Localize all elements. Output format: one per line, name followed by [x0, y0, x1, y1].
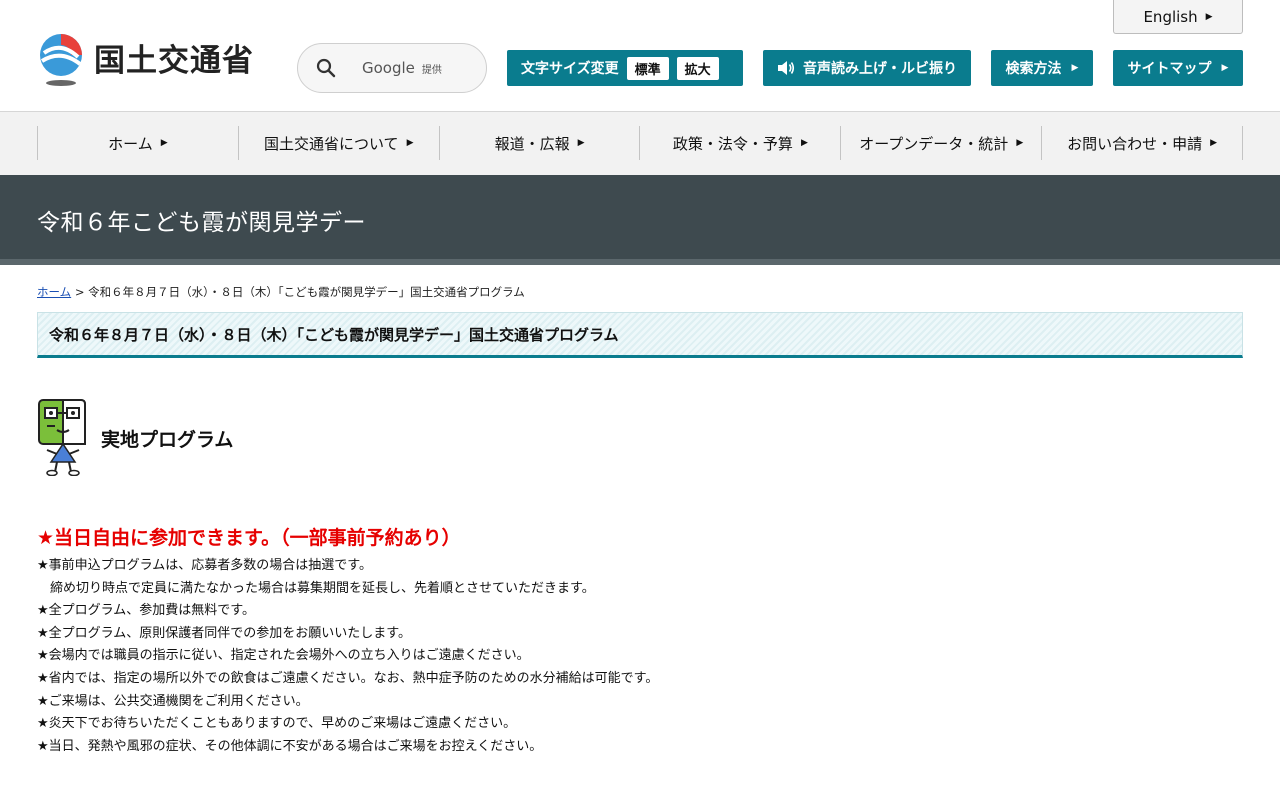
global-nav: ホーム ▶ 国土交通省について ▶ 報道・広報 ▶ 政策・法令・予算 ▶ オープンデータ…	[0, 112, 1280, 175]
arrow-right-icon: ▶	[1210, 138, 1218, 148]
section-title: 実地プログラム	[101, 428, 234, 451]
breadcrumb: ホーム > 令和６年８月７日（水）・８日（木）「こども霞が関見学デー」国土交通省…	[37, 284, 525, 300]
arrow-right-icon: ▶	[160, 138, 168, 148]
search-method-label: 検索方法	[1005, 61, 1062, 77]
list-item: 締め切り時点で定員に満たなかった場合は募集期間を延長し、先着順とさせていただきま…	[37, 580, 595, 596]
list-item: ★当日、発熱や風邪の症状、その他体調に不安がある場合はご来場をお控えください。	[37, 738, 543, 754]
nav-item-opendata[interactable]: オープンデータ・統計 ▶	[841, 126, 1043, 160]
search-provider: Google	[362, 59, 415, 77]
list-item: ★省内では、指定の場所以外での飲食はご遠慮ください。なお、熱中症予防のための水分…	[37, 670, 659, 686]
search-box[interactable]: Google 提供	[297, 43, 487, 93]
nav-item-label: 政策・法令・予算	[672, 134, 793, 153]
arrow-right-icon: ▶	[800, 138, 808, 148]
breadcrumb-separator: >	[74, 285, 85, 299]
content-heading: 令和６年８月７日（水）・８日（木）「こども霞が関見学デー」国土交通省プログラム	[49, 325, 619, 344]
font-size-standard-button[interactable]: 標準	[626, 56, 669, 80]
list-item: ★全プログラム、原則保護者同伴での参加をお願いいたします。	[37, 625, 411, 641]
voice-ruby-label: 音声読み上げ・ルビ振り	[803, 61, 957, 77]
page-title-band: 令和６年こども霞が関見学デー	[0, 175, 1280, 265]
sitemap-label: サイトマップ	[1127, 61, 1212, 77]
mlit-logo-icon	[40, 34, 82, 86]
search-icon[interactable]	[316, 58, 336, 78]
list-item: ★事前申込プログラムは、応募者多数の場合は抽選です。	[37, 558, 372, 573]
speaker-icon	[778, 61, 795, 75]
arrow-right-icon: ▶	[1205, 11, 1213, 22]
english-label: English	[1143, 7, 1198, 26]
list-item: ★全プログラム、参加費は無料です。	[37, 603, 255, 619]
breadcrumb-home-link[interactable]: ホーム	[37, 285, 71, 299]
nav-item-label: オープンデータ・統計	[859, 134, 1009, 153]
nav-item-label: ホーム	[108, 134, 153, 153]
voice-ruby-button[interactable]: 音声読み上げ・ルビ振り	[763, 50, 971, 86]
sitemap-button[interactable]: サイトマップ ▶	[1113, 50, 1243, 86]
nav-item-label: 国土交通省について	[264, 134, 399, 153]
list-item: ★会場内では職員の指示に従い、指定された会場外への立ち入りはご遠慮ください。	[37, 648, 530, 664]
breadcrumb-current: 令和６年８月７日（水）・８日（木）「こども霞が関見学デー」国土交通省プログラム	[88, 285, 525, 299]
font-size-control: 文字サイズ変更 標準 拡大	[507, 50, 743, 86]
nav-item-label: 報道・広報	[494, 134, 570, 153]
list-item: ★炎天下でお待ちいただくこともありますので、早めのご来場はご遠慮ください。	[37, 716, 517, 732]
site-name: 国土交通省	[94, 42, 254, 79]
search-method-button[interactable]: 検索方法 ▶	[991, 50, 1093, 86]
notice-title: ★当日自由に参加できます。（一部事前予約あり）	[37, 527, 461, 549]
content-heading-box: 令和６年８月７日（水）・８日（木）「こども霞が関見学デー」国土交通省プログラム	[37, 312, 1243, 358]
search-provided-label: 提供	[421, 64, 442, 76]
nav-item-press[interactable]: 報道・広報 ▶	[440, 126, 641, 160]
nav-item-home[interactable]: ホーム ▶	[38, 126, 239, 160]
nav-item-policy[interactable]: 政策・法令・予算 ▶	[640, 126, 842, 160]
arrow-right-icon: ▶	[1221, 63, 1229, 73]
list-item: ★ご来場は、公共交通機関をご利用ください。	[37, 693, 309, 709]
program-section-header: 実地プログラム	[37, 398, 233, 476]
site-header: 国土交通省 English ▶ Google 提供 文字サイズ変更 標準 拡大 …	[0, 0, 1280, 112]
nav-item-label: お問い合わせ・申請	[1067, 134, 1203, 153]
mascot-icon	[38, 399, 86, 476]
arrow-right-icon: ▶	[577, 138, 585, 148]
notes-list: ★事前申込プログラムは、応募者多数の場合は抽選です。 締め切り時点で定員に満たな…	[37, 555, 658, 758]
nav-item-about[interactable]: 国土交通省について ▶	[239, 126, 440, 160]
font-size-label: 文字サイズ変更	[521, 61, 619, 77]
arrow-right-icon: ▶	[1016, 138, 1024, 148]
arrow-right-icon: ▶	[1071, 63, 1079, 73]
english-link[interactable]: English ▶	[1113, 0, 1243, 34]
site-logo[interactable]: 国土交通省	[36, 33, 254, 87]
arrow-right-icon: ▶	[406, 138, 414, 148]
page-title: 令和６年こども霞が関見学デー	[37, 210, 366, 236]
font-size-large-button[interactable]: 拡大	[676, 56, 719, 80]
nav-item-contact[interactable]: お問い合わせ・申請 ▶	[1042, 126, 1243, 160]
